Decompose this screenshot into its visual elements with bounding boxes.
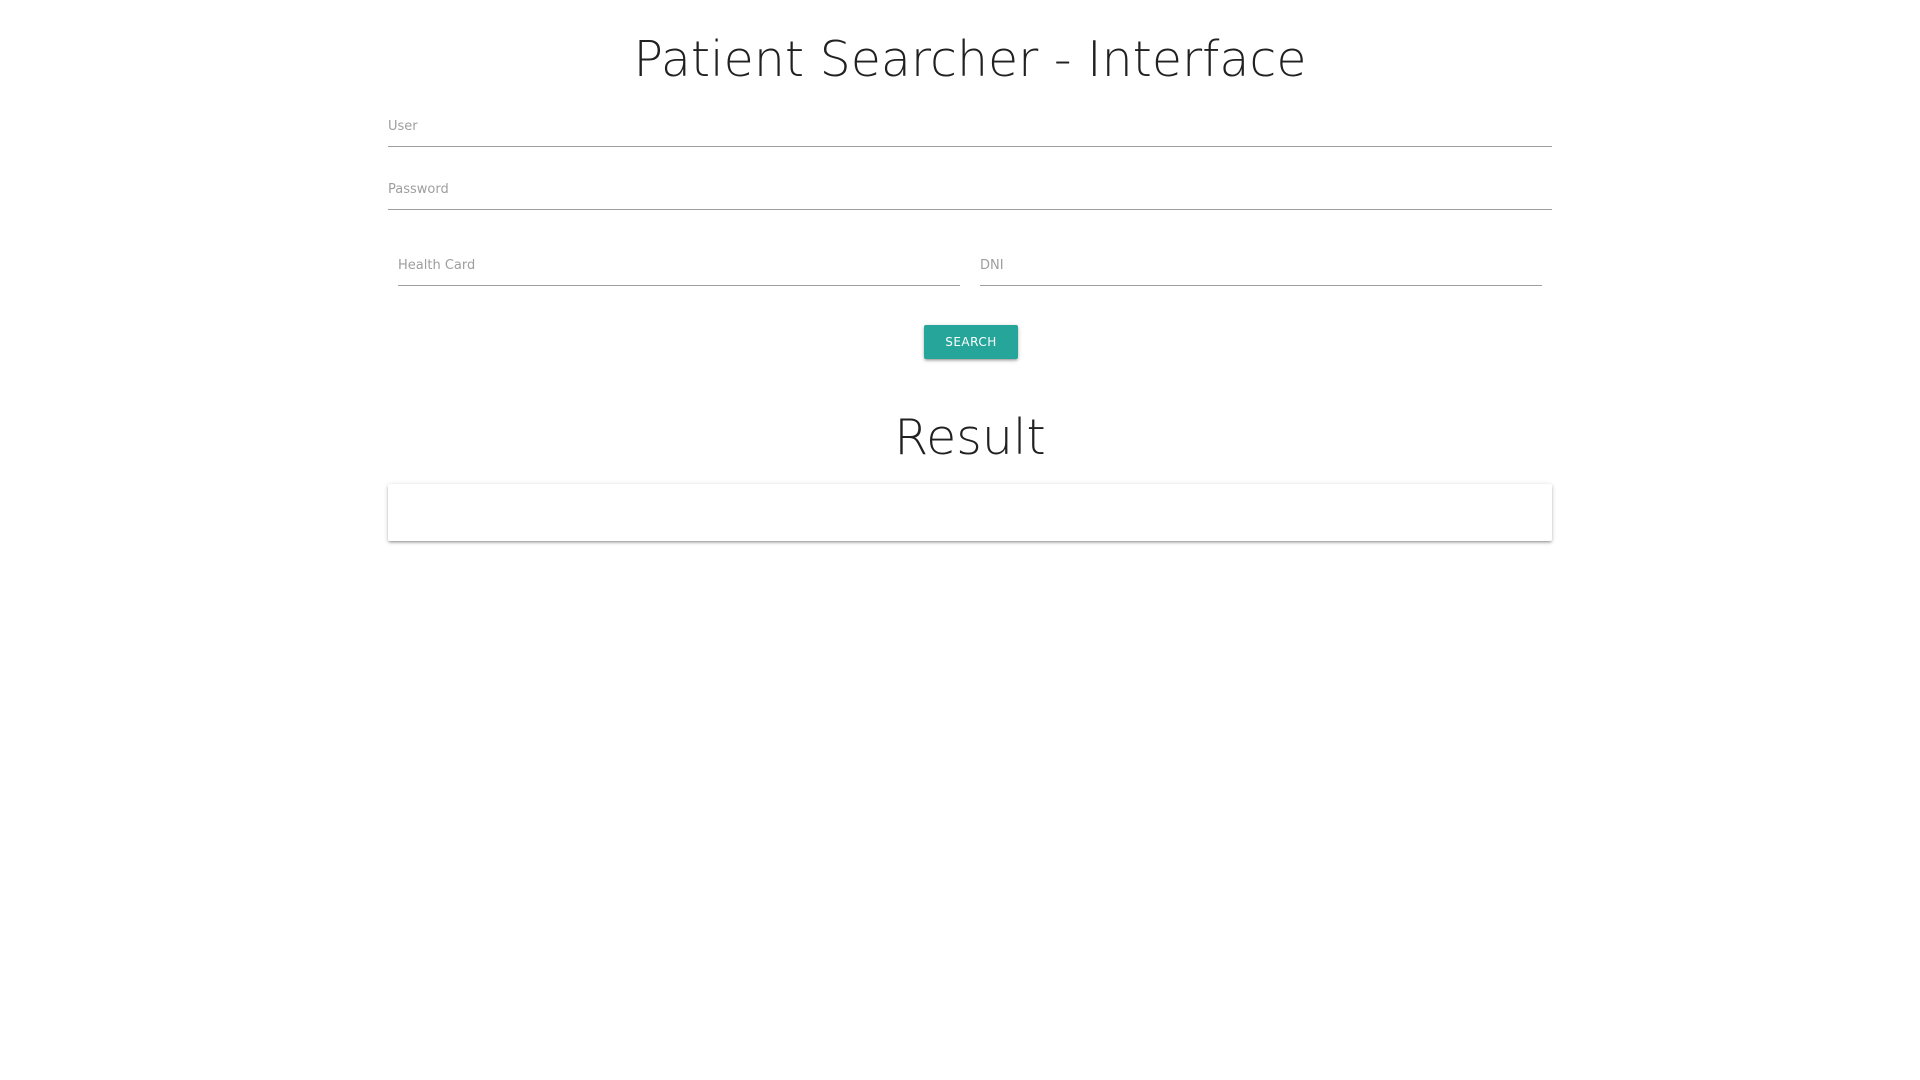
health-card-field [398, 246, 960, 286]
user-input[interactable] [388, 107, 1552, 146]
dni-field [980, 246, 1542, 286]
result-title: Result [894, 409, 1046, 466]
search-button[interactable]: SEARCH [924, 325, 1018, 359]
password-input[interactable] [388, 170, 1552, 209]
health-card-input[interactable] [398, 246, 960, 285]
user-field [388, 107, 1552, 147]
dni-input[interactable] [980, 246, 1542, 285]
page-title: Patient Searcher - Interface [633, 31, 1307, 88]
result-card [388, 484, 1552, 541]
password-field [388, 170, 1552, 210]
